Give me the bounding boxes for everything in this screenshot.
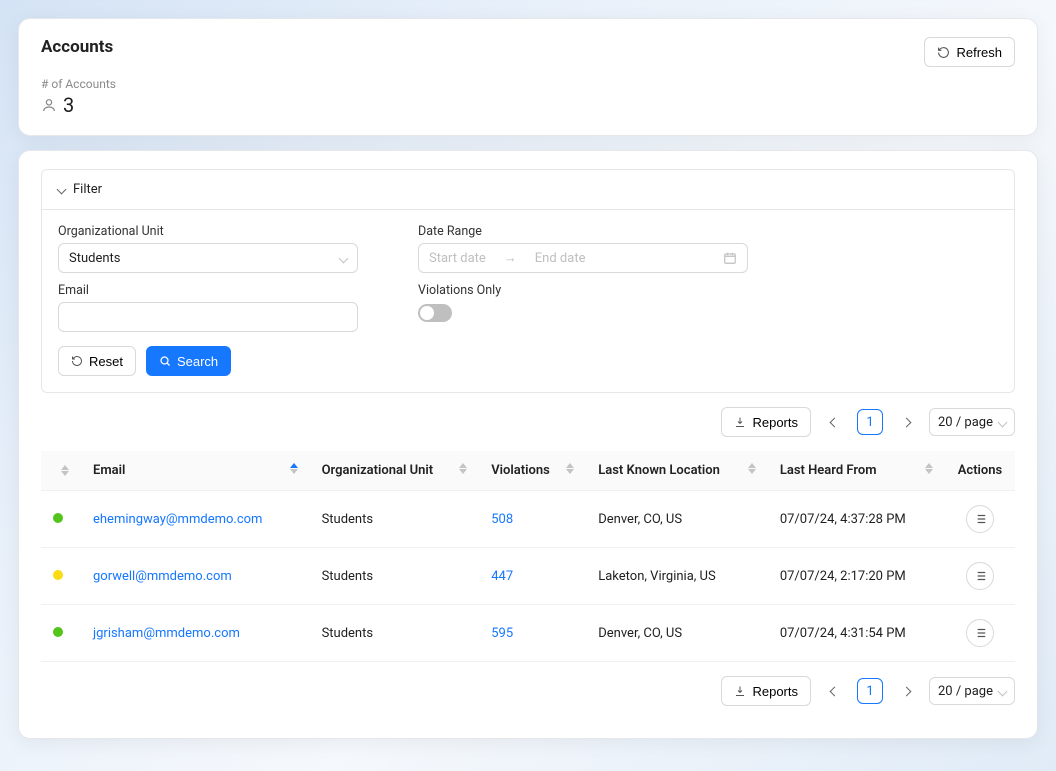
cell-last-heard: 07/07/24, 4:37:28 PM [768,491,945,548]
date-range-label: Date Range [418,224,748,239]
cell-org-unit: Students [310,605,480,662]
org-unit-select[interactable]: Students [58,243,358,273]
page-size-select[interactable]: 20 / page [929,408,1015,436]
cell-org-unit: Students [310,548,480,605]
col-last-heard[interactable]: Last Heard From [768,451,945,491]
cell-location: Denver, CO, US [586,491,768,548]
reset-icon [71,355,83,367]
violations-link[interactable]: 447 [491,569,513,584]
col-org-unit[interactable]: Organizational Unit [310,451,480,491]
chevron-down-icon [340,251,347,266]
search-button[interactable]: Search [146,346,231,376]
arrow-right-icon: → [504,250,517,266]
table-row: ehemingway@mmdemo.com Students 508 Denver, … [41,491,1015,548]
cell-org-unit: Students [310,491,480,548]
status-dot [53,513,63,523]
col-violations[interactable]: Violations [479,451,586,491]
accounts-count-label: # of Accounts [41,77,1015,91]
list-icon [973,626,987,640]
pager-prev[interactable] [821,409,847,435]
col-actions: Actions [945,451,1015,491]
table-row: jgrisham@mmdemo.com Students 595 Denver, CO… [41,605,1015,662]
col-status[interactable] [41,451,81,491]
search-icon [159,355,171,367]
org-unit-label: Organizational Unit [58,224,358,239]
reports-button[interactable]: Reports [721,676,811,706]
cell-location: Laketon, Virginia, US [586,548,768,605]
chevron-down-icon [58,182,65,197]
email-label: Email [58,283,358,298]
email-input[interactable] [58,302,358,332]
refresh-button[interactable]: Refresh [924,37,1015,67]
page-size-select[interactable]: 20 / page [929,677,1015,705]
account-email-link[interactable]: jgrisham@mmdemo.com [93,626,240,641]
violations-only-label: Violations Only [418,283,748,298]
pager-next[interactable] [893,409,919,435]
row-actions-button[interactable] [966,505,994,533]
list-icon [973,512,987,526]
account-email-link[interactable]: gorwell@mmdemo.com [93,569,232,584]
pager-next[interactable] [893,678,919,704]
cell-last-heard: 07/07/24, 4:31:54 PM [768,605,945,662]
col-location[interactable]: Last Known Location [586,451,768,491]
pager-bottom: Reports 1 20 / page [41,676,1015,706]
account-email-link[interactable]: ehemingway@mmdemo.com [93,512,262,527]
status-dot [53,570,63,580]
filter-body: Organizational Unit Students Email Date … [41,210,1015,393]
page-title: Accounts [41,37,113,57]
row-actions-button[interactable] [966,562,994,590]
download-icon [734,685,746,697]
header-card: Accounts Refresh # of Accounts 3 [18,18,1038,136]
reports-button[interactable]: Reports [721,407,811,437]
row-actions-button[interactable] [966,619,994,647]
status-dot [53,627,63,637]
cell-last-heard: 07/07/24, 2:17:20 PM [768,548,945,605]
pager-page[interactable]: 1 [857,678,883,704]
date-range-picker[interactable]: Start date → End date [418,243,748,273]
chevron-down-icon [999,415,1006,430]
table-row: gorwell@mmdemo.com Students 447 Laketon, Vi… [41,548,1015,605]
violations-link[interactable]: 595 [491,626,513,641]
accounts-table: Email Organizational Unit Violations Las… [41,451,1015,662]
pager-page[interactable]: 1 [857,409,883,435]
list-icon [973,569,987,583]
violations-only-toggle[interactable] [418,304,452,322]
refresh-icon [937,46,950,59]
accounts-count-value: 3 [63,93,74,117]
main-card: Filter Organizational Unit Students Emai… [18,150,1038,739]
person-icon [41,97,57,113]
filter-header[interactable]: Filter [41,169,1015,210]
pager-prev[interactable] [821,678,847,704]
pager-top: Reports 1 20 / page [41,407,1015,437]
chevron-down-icon [999,684,1006,699]
cell-location: Denver, CO, US [586,605,768,662]
col-email[interactable]: Email [81,451,310,491]
reset-button[interactable]: Reset [58,346,136,376]
calendar-icon [723,251,737,265]
download-icon [734,416,746,428]
violations-link[interactable]: 508 [491,512,513,527]
